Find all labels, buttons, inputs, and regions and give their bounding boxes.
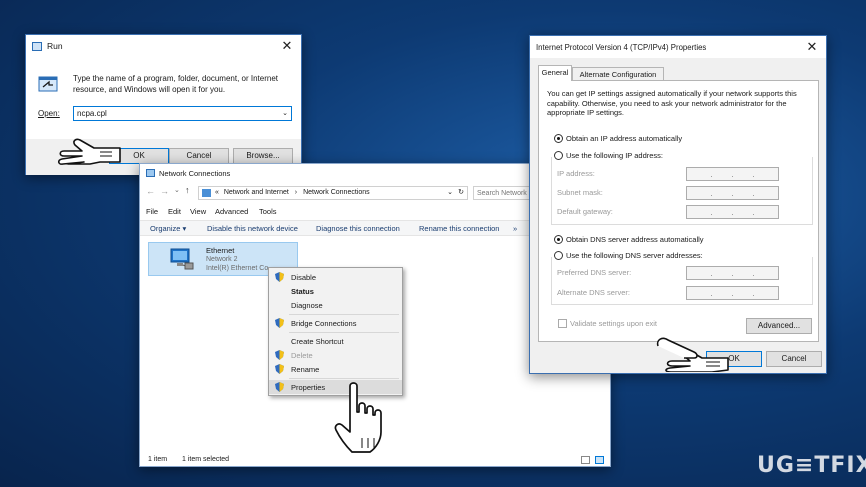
advanced-button[interactable]: Advanced... xyxy=(746,318,812,334)
tab-general-label: General xyxy=(541,68,569,77)
refresh-icon[interactable]: ↻ xyxy=(458,187,464,199)
breadcrumb-overflow[interactable]: « xyxy=(215,189,219,196)
open-label: Open: xyxy=(38,109,60,118)
context-diagnose-label: Diagnose xyxy=(291,300,323,310)
context-create-shortcut[interactable]: Create Shortcut xyxy=(269,334,402,348)
run-big-icon xyxy=(38,75,58,93)
context-menu: Disable Status Diagnose Bridge Connectio… xyxy=(268,267,403,396)
status-selected: 1 item selected xyxy=(182,456,230,463)
open-input-value: ncpa.cpl xyxy=(77,109,107,118)
ipv4-cancel-button[interactable]: Cancel xyxy=(766,351,822,367)
tab-alternate-configuration[interactable]: Alternate Configuration xyxy=(572,67,664,81)
ipv4-titlebar: Internet Protocol Version 4 (TCP/IPv4) P… xyxy=(530,36,826,58)
preferred-dns-field[interactable]: ... xyxy=(686,266,779,280)
context-bridge-label: Bridge Connections xyxy=(291,318,357,328)
menu-tools[interactable]: Tools xyxy=(259,207,277,216)
obtain-ip-label: Obtain an IP address automatically xyxy=(566,134,683,143)
details-view-icon[interactable] xyxy=(581,456,590,464)
context-status-label: Status xyxy=(291,286,314,296)
more-commands-button[interactable]: » xyxy=(513,224,517,233)
status-item-count: 1 item xyxy=(148,456,168,463)
context-status[interactable]: Status xyxy=(269,284,402,298)
alternate-dns-label: Alternate DNS server: xyxy=(557,288,630,297)
breadcrumb-separator: › xyxy=(294,189,298,196)
shield-icon xyxy=(275,382,284,392)
context-rename[interactable]: Rename xyxy=(269,362,402,376)
shield-icon xyxy=(275,272,284,282)
netconn-title: Network Connections xyxy=(159,168,231,178)
tab-general[interactable]: General xyxy=(538,65,572,81)
context-rename-label: Rename xyxy=(291,364,320,374)
ipv4-title: Internet Protocol Version 4 (TCP/IPv4) P… xyxy=(536,42,707,52)
search-placeholder: Search Network xyxy=(477,190,527,197)
adapter-device: Intel(R) Ethernet Co xyxy=(206,265,269,272)
ipv4-description: You can get IP settings assigned automat… xyxy=(547,89,797,117)
run-titlebar: Run ✕ xyxy=(26,35,301,57)
general-panel: You can get IP settings assigned automat… xyxy=(538,80,819,342)
close-icon[interactable]: ✕ xyxy=(804,39,820,55)
address-network-icon xyxy=(202,189,211,197)
adapter-name: Ethernet xyxy=(206,246,235,255)
obtain-dns-radio[interactable] xyxy=(554,235,563,244)
validate-label: Validate settings upon exit xyxy=(570,319,658,328)
context-delete-label: Delete xyxy=(291,350,313,360)
default-gateway-field[interactable]: ... xyxy=(686,205,779,219)
disable-device-button[interactable]: Disable this network device xyxy=(207,224,298,233)
context-disable-label: Disable xyxy=(291,272,317,282)
run-description: Type the name of a program, folder, docu… xyxy=(73,74,279,94)
network-icon xyxy=(146,169,155,177)
adapter-network: Network 2 xyxy=(206,256,238,263)
context-bridge[interactable]: Bridge Connections xyxy=(269,316,402,330)
hand-cursor-icon xyxy=(50,118,122,168)
breadcrumb-network-connections[interactable]: Network Connections xyxy=(303,189,370,196)
tiles-view-icon[interactable] xyxy=(595,456,604,464)
ip-address-label: IP address: xyxy=(557,169,595,178)
recent-chevron-icon[interactable]: ⌄ xyxy=(174,186,180,194)
obtain-ip-radio[interactable] xyxy=(554,134,563,143)
address-chevron-icon[interactable]: ⌄ xyxy=(447,187,453,199)
validate-checkbox[interactable] xyxy=(558,319,567,328)
run-icon xyxy=(32,41,42,51)
forward-arrow-icon[interactable]: → xyxy=(160,186,169,196)
hand-cursor-icon xyxy=(332,382,388,456)
shield-icon xyxy=(275,318,284,328)
menu-edit[interactable]: Edit xyxy=(168,207,181,216)
default-gateway-label: Default gateway: xyxy=(557,207,613,216)
breadcrumb-network-internet[interactable]: Network and Internet xyxy=(224,189,289,196)
menu-separator xyxy=(289,314,399,315)
menu-separator xyxy=(289,332,399,333)
ip-address-field[interactable]: ... xyxy=(686,167,779,181)
ethernet-adapter-icon xyxy=(169,247,195,273)
chevron-down-icon[interactable]: ⌄ xyxy=(282,107,288,120)
run-browse-button[interactable]: Browse... xyxy=(233,148,293,164)
subnet-mask-label: Subnet mask: xyxy=(557,188,603,197)
shield-icon xyxy=(275,364,284,374)
hand-cursor-icon xyxy=(654,322,730,374)
shield-icon xyxy=(275,350,284,360)
ugetfix-watermark: UG≡TFIX xyxy=(757,453,866,478)
preferred-dns-label: Preferred DNS server: xyxy=(557,268,632,277)
menu-separator xyxy=(289,378,399,379)
subnet-mask-field[interactable]: ... xyxy=(686,186,779,200)
run-title: Run xyxy=(47,41,63,51)
context-disable[interactable]: Disable xyxy=(269,270,402,284)
context-delete[interactable]: Delete xyxy=(269,348,402,362)
run-cancel-button[interactable]: Cancel xyxy=(169,148,229,164)
organize-button[interactable]: Organize ▾ xyxy=(150,224,186,233)
menu-advanced[interactable]: Advanced xyxy=(215,207,248,216)
address-bar[interactable]: « Network and Internet › Network Connect… xyxy=(198,186,468,200)
tab-alternate-label: Alternate Configuration xyxy=(579,70,657,79)
up-arrow-icon[interactable]: ↑ xyxy=(185,185,190,195)
rename-connection-button[interactable]: Rename this connection xyxy=(419,224,499,233)
context-diagnose[interactable]: Diagnose xyxy=(269,298,402,312)
obtain-dns-label: Obtain DNS server address automatically xyxy=(566,235,704,244)
close-icon[interactable]: ✕ xyxy=(279,38,295,54)
back-arrow-icon[interactable]: ← xyxy=(146,186,155,196)
context-properties-label: Properties xyxy=(291,382,326,392)
alternate-dns-field[interactable]: ... xyxy=(686,286,779,300)
context-create-shortcut-label: Create Shortcut xyxy=(291,336,344,346)
menu-view[interactable]: View xyxy=(190,207,206,216)
diagnose-connection-button[interactable]: Diagnose this connection xyxy=(316,224,400,233)
menu-file[interactable]: File xyxy=(146,207,158,216)
